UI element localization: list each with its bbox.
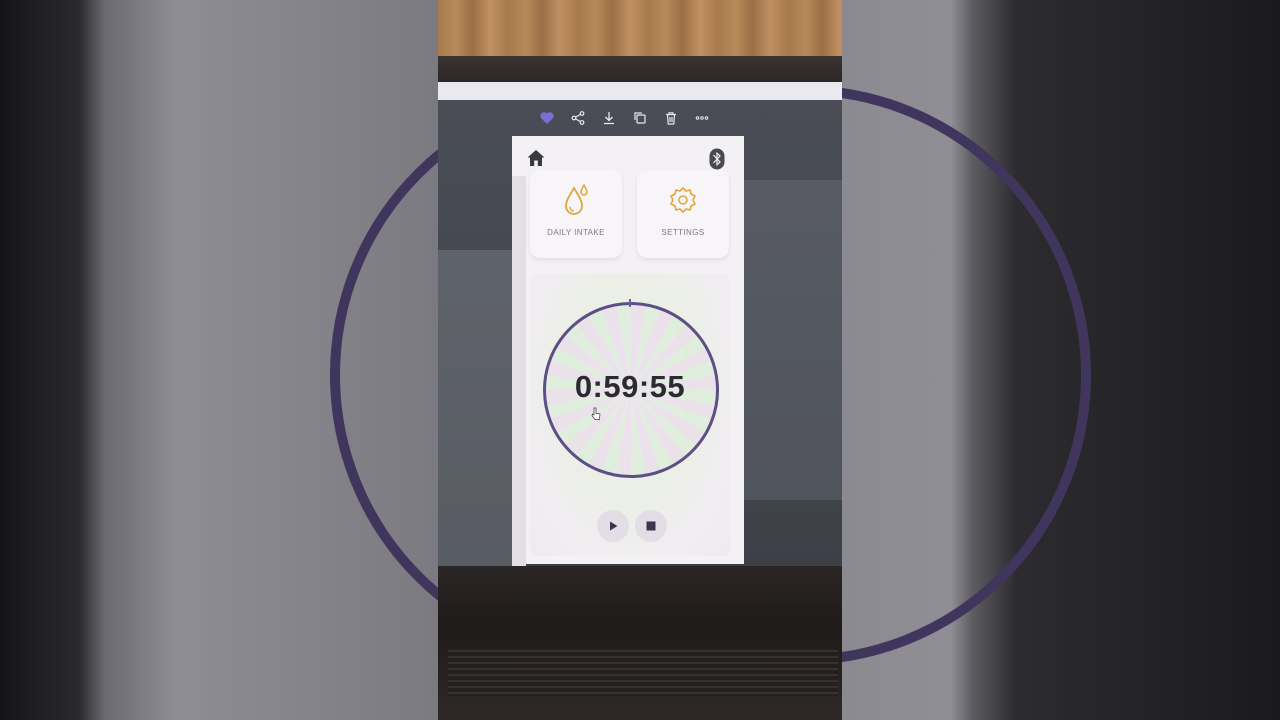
left-blurred-backdrop [0,0,438,720]
monitor-bezel-bottom [438,566,842,720]
viewer-toolbar [538,104,711,132]
share-icon[interactable] [569,109,587,127]
background-window [438,250,523,570]
copy-icon[interactable] [631,109,649,127]
water-drop-icon [565,183,588,215]
wooden-background [438,0,842,58]
background-window [742,180,842,500]
bluetooth-icon[interactable] [709,148,725,170]
stop-button[interactable] [635,510,667,542]
trash-icon[interactable] [662,109,680,127]
daily-intake-card[interactable]: DAILY INTAKE [530,170,622,258]
play-button[interactable] [597,510,629,542]
download-icon[interactable] [600,109,618,127]
play-icon [610,521,618,531]
blurred-ring-decoration [841,85,1091,665]
gear-icon [670,187,696,213]
blurred-ring-decoration [330,85,438,665]
photo-of-monitor: DAILY INTAKE SETTINGS 0:59:55 [438,0,842,720]
settings-card[interactable]: SETTINGS [637,170,729,258]
stop-icon [646,521,656,531]
more-icon[interactable] [693,109,711,127]
timer-countdown: 0:59:55 [574,369,686,404]
window-top-bar [438,82,842,100]
settings-label: SETTINGS [661,228,705,237]
home-icon[interactable] [526,148,546,168]
app-frame-edge [512,176,526,576]
timer-panel: 0:59:55 [530,274,730,556]
right-blurred-backdrop [841,0,1280,720]
monitor-vent [448,650,838,696]
timer-start-tick [629,299,631,307]
hand-cursor-icon [591,407,601,420]
heart-icon[interactable] [538,109,556,127]
water-reminder-app: DAILY INTAKE SETTINGS 0:59:55 [512,136,744,576]
daily-intake-label: DAILY INTAKE [547,228,605,237]
